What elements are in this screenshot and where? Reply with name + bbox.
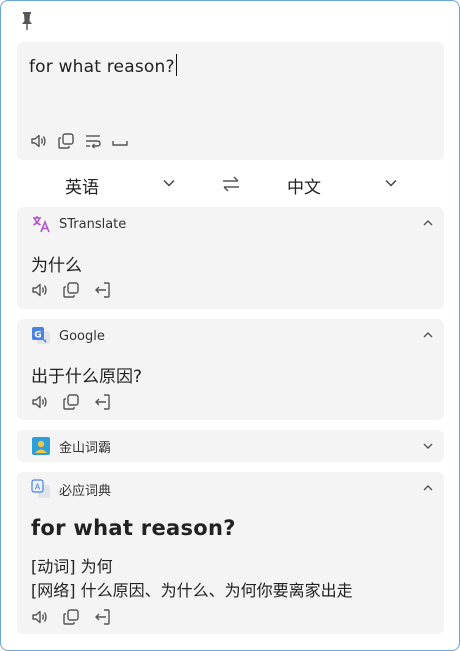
copy-icon[interactable] (57, 132, 75, 150)
service-name: 金山词霸 (59, 440, 112, 456)
service-header[interactable]: G Google (31, 326, 105, 346)
insert-result-icon[interactable] (93, 393, 111, 411)
translation-result: 出于什么原因? (31, 367, 143, 387)
chevron-down-icon[interactable] (384, 176, 398, 190)
dictionary-sense: [网络] 什么原因、为什么、为何你要离家出走 (31, 577, 353, 601)
target-language-select[interactable]: 中文 (287, 173, 321, 198)
word-wrap-icon[interactable] (84, 132, 102, 150)
copy-icon[interactable] (62, 281, 80, 299)
stranslate-logo-icon (33, 216, 50, 233)
part-of-speech: [动词] (31, 557, 76, 576)
pin-icon[interactable] (19, 11, 35, 31)
service-header[interactable]: 金山词霸 (31, 436, 111, 456)
translation-result: 为什么 (31, 256, 82, 276)
text-caret (175, 54, 177, 76)
svg-text:G: G (34, 331, 41, 341)
chevron-down-icon[interactable] (162, 176, 176, 190)
service-name: STranslate (59, 216, 127, 232)
chevron-up-icon[interactable] (422, 329, 434, 341)
google-translate-logo-icon: G (32, 327, 50, 344)
source-language-select[interactable]: 英语 (65, 173, 99, 198)
source-text-input[interactable]: for what reason? (29, 54, 177, 77)
speaker-icon[interactable] (31, 393, 49, 411)
speaker-icon[interactable] (31, 608, 49, 626)
service-header[interactable]: STranslate (31, 214, 126, 234)
copy-icon[interactable] (62, 393, 80, 411)
chevron-up-icon[interactable] (422, 217, 434, 229)
sense-meaning: 什么原因、为什么、为何你要离家出走 (80, 581, 353, 600)
insert-result-icon[interactable] (93, 281, 111, 299)
chevron-down-icon[interactable] (422, 440, 434, 452)
swap-languages-icon[interactable] (221, 174, 241, 194)
part-of-speech: [网络] (31, 581, 76, 600)
copy-icon[interactable] (62, 608, 80, 626)
speaker-icon[interactable] (31, 281, 49, 299)
chevron-up-icon[interactable] (422, 482, 434, 494)
service-card-bing-dictionary: A 必应词典 for what reason? [动词] 为何 [网络] 什么原… (17, 472, 444, 634)
bing-dictionary-logo-icon: A (31, 479, 50, 498)
insert-result-icon[interactable] (93, 608, 111, 626)
service-card-google: G Google 出于什么原因? (17, 319, 444, 420)
app-window: for what reason? 英语 中文 STranslate 为什么 G … (0, 0, 460, 651)
speaker-icon[interactable] (30, 132, 48, 150)
input-panel[interactable]: for what reason? (17, 42, 444, 160)
result-toolbar (31, 393, 111, 411)
dictionary-sense: [动词] 为何 (31, 553, 113, 577)
kingsoft-logo-icon (32, 437, 50, 455)
service-header[interactable]: A 必应词典 (31, 479, 111, 499)
result-toolbar (31, 281, 111, 299)
svg-text:A: A (35, 483, 41, 492)
result-toolbar (31, 608, 111, 626)
language-selector-row: 英语 中文 (17, 167, 444, 201)
service-name: 必应词典 (59, 483, 112, 499)
service-card-stranslate: STranslate 为什么 (17, 207, 444, 309)
service-name: Google (59, 328, 105, 344)
sense-meaning: 为何 (80, 557, 113, 576)
dictionary-headword: for what reason? (31, 516, 236, 540)
input-toolbar (30, 132, 129, 150)
space-icon[interactable] (111, 132, 129, 150)
service-card-kingsoft[interactable]: 金山词霸 (17, 430, 444, 462)
